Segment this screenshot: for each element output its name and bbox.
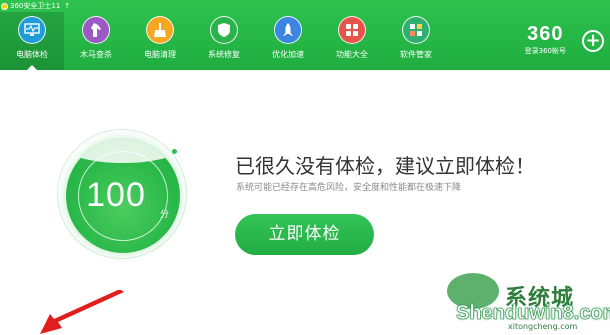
nav-label: 系统修复 — [208, 50, 240, 59]
headline: 已很久没有体检，建议立即体检！ — [235, 154, 535, 178]
grid-icon — [338, 16, 366, 44]
red-arrow-icon — [40, 290, 124, 334]
nav-label: 功能大全 — [336, 50, 368, 59]
nav-label: 软件管家 — [400, 50, 432, 59]
nav-item-trojan-scan[interactable]: 木马查杀 — [64, 12, 128, 70]
nav-label: 电脑体检 — [16, 50, 48, 59]
plus-button[interactable]: + — [582, 30, 604, 52]
shield-icon — [210, 16, 238, 44]
score-value: 100 — [86, 176, 146, 214]
horse-icon — [82, 16, 110, 44]
watermark-sub: xitongcheng.com — [508, 322, 578, 331]
app-logo-icon — [1, 2, 8, 10]
monitor-pulse-icon — [18, 16, 46, 44]
nav-label: 优化加速 — [272, 50, 304, 59]
upgrade-arrow-icon[interactable]: ↑ — [64, 2, 70, 10]
brand-area: 360 登录360帐号 — [525, 24, 566, 56]
top-toolbar: 360安全卫士11 ↑ 电脑体检 木马查杀 电脑清理 系统修复 优化加速 功能大… — [0, 0, 610, 70]
subline: 系统可能已经存在高危风险，安全度和性能都在极速下降 — [236, 183, 462, 193]
main-nav: 电脑体检 木马查杀 电脑清理 系统修复 优化加速 功能大全 软件管家 — [0, 12, 448, 70]
check-now-button[interactable]: 立即体检 — [235, 214, 374, 255]
nav-item-speedup[interactable]: 优化加速 — [256, 12, 320, 70]
nav-label: 电脑清理 — [144, 50, 176, 59]
rocket-icon — [274, 16, 302, 44]
broom-icon — [146, 16, 174, 44]
nav-item-cleanup[interactable]: 电脑清理 — [128, 12, 192, 70]
title-bar: 360安全卫士11 ↑ — [0, 0, 70, 12]
nav-item-all-features[interactable]: 功能大全 — [320, 12, 384, 70]
login-link[interactable]: 登录360帐号 — [525, 46, 566, 56]
score-unit: 分 — [160, 210, 170, 220]
apps-icon — [402, 16, 430, 44]
app-title: 360安全卫士11 — [10, 2, 61, 10]
brand-logo-360: 360 — [527, 23, 564, 45]
nav-item-system-repair[interactable]: 系统修复 — [192, 12, 256, 70]
nav-item-software-manager[interactable]: 软件管家 — [384, 12, 448, 70]
nav-label: 木马查杀 — [80, 50, 112, 59]
nav-item-pc-checkup[interactable]: 电脑体检 — [0, 12, 64, 70]
